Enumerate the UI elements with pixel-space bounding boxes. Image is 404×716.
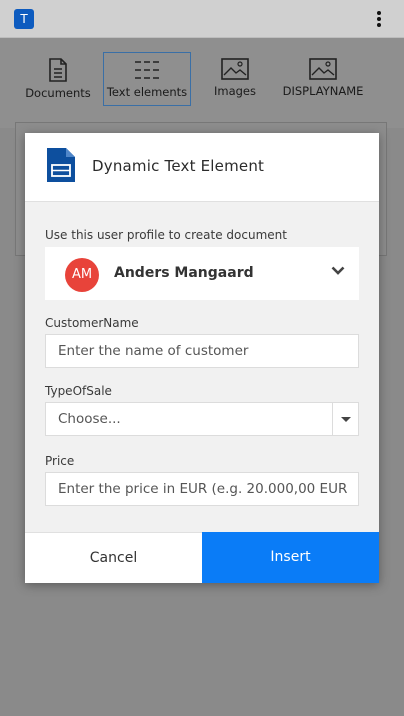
tab-text-elements-label: Text elements: [106, 85, 188, 99]
app-logo: T: [14, 9, 34, 29]
image-icon: [221, 58, 249, 80]
type-of-sale-select[interactable]: Choose...: [45, 402, 359, 436]
profile-label: Use this user profile to create document: [45, 228, 287, 242]
price-input[interactable]: Enter the price in EUR (e.g. 20.000,00 E…: [45, 472, 359, 506]
type-of-sale-value: Choose...: [58, 411, 121, 427]
dynamic-text-element-dialog: Dynamic Text Element Use this user profi…: [25, 133, 379, 583]
text-document-icon: [47, 148, 75, 182]
image-icon: [309, 58, 337, 80]
tab-documents-label: Documents: [25, 86, 91, 100]
tab-displayname[interactable]: DISPLAYNAME: [280, 52, 366, 106]
chevron-down-icon: [331, 266, 345, 275]
more-vertical-icon[interactable]: [372, 9, 386, 29]
app-bar: T: [0, 0, 404, 38]
caret-down-icon[interactable]: [332, 403, 358, 435]
user-profile-select[interactable]: AM Anders Mangaard: [45, 247, 359, 300]
avatar: AM: [65, 258, 99, 292]
dialog-title: Dynamic Text Element: [92, 157, 265, 175]
customer-name-label: CustomerName: [45, 316, 139, 330]
type-of-sale-label: TypeOfSale: [45, 384, 112, 398]
cancel-button[interactable]: Cancel: [25, 532, 202, 583]
dialog-footer: Cancel Insert: [25, 532, 379, 583]
document-icon: [49, 58, 67, 82]
tab-displayname-label: DISPLAYNAME: [282, 84, 364, 98]
price-label: Price: [45, 454, 75, 468]
text-elements-icon: [135, 61, 159, 79]
profile-name: Anders Mangaard: [114, 265, 254, 281]
tab-images[interactable]: Images: [206, 52, 264, 106]
tab-text-elements[interactable]: Text elements: [103, 52, 191, 106]
insert-button[interactable]: Insert: [202, 532, 379, 583]
toolbar: Documents Text elements Images DISPLAYNA…: [0, 38, 404, 128]
dialog-header: Dynamic Text Element: [25, 133, 379, 202]
customer-name-input[interactable]: Enter the name of customer: [45, 334, 359, 368]
tab-images-label: Images: [213, 84, 256, 98]
tab-documents[interactable]: Documents: [22, 52, 94, 106]
